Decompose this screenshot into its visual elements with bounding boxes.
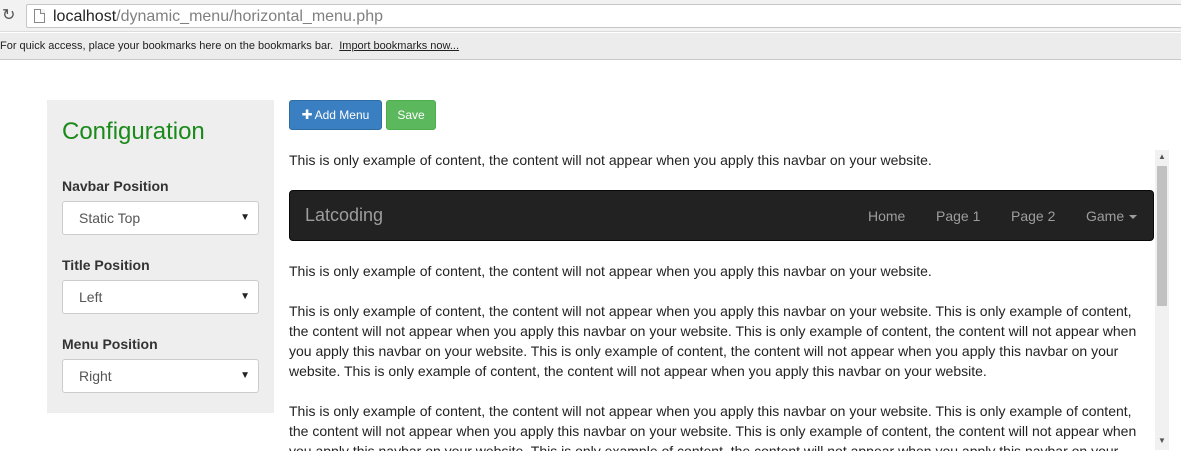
configuration-title: Configuration [62,118,205,145]
navbar-position-label: Navbar Position [62,178,169,194]
bookmarks-bar-text: For quick access, place your bookmarks h… [0,40,334,52]
menu-position-label: Menu Position [62,336,158,352]
url-host: localhost [53,8,117,25]
navbar-position-value: Static Top [79,210,141,226]
nav-item-page-1[interactable]: Page 1 [936,208,980,224]
navbar-brand[interactable]: Latcoding [305,205,383,226]
bookmarks-bar: For quick access, place your bookmarks h… [0,33,1181,60]
url-path: /dynamic_menu/horizontal_menu.php [116,8,383,25]
nav-item-game[interactable]: Game [1086,208,1138,224]
page-icon [34,9,45,23]
import-bookmarks-link[interactable]: Import bookmarks now... [339,40,459,52]
menu-position-select[interactable]: Right ▼ [62,359,259,393]
plus-icon: ✚ [301,107,313,122]
preview-navbar: Latcoding Home Page 1 Page 2 Game [289,190,1154,241]
navbar-position-select[interactable]: Static Top ▼ [62,201,259,235]
scroll-down-icon[interactable]: ▼ [1155,434,1169,448]
caret-down-icon: ▼ [240,212,250,223]
content-line-after-nav: This is only example of content, the con… [289,263,932,279]
title-position-select[interactable]: Left ▼ [62,280,259,314]
content-paragraph-1: This is only example of content, the con… [289,303,1137,379]
content-line-top: This is only example of content, the con… [289,152,932,168]
save-button[interactable]: Save [386,100,436,130]
menu-position-value: Right [79,368,112,384]
scroll-thumb[interactable] [1157,166,1167,306]
title-position-label: Title Position [62,257,150,273]
dropdown-caret-icon [1129,215,1138,220]
nav-item-page-2[interactable]: Page 2 [1011,208,1055,224]
nav-item-game-label: Game [1086,208,1125,224]
caret-down-icon: ▼ [240,291,250,302]
nav-item-home[interactable]: Home [868,208,905,224]
add-menu-label: Add Menu [314,108,370,122]
configuration-panel: Configuration Navbar Position Static Top… [47,100,274,413]
browser-toolbar: ↻ localhost/dynamic_menu/horizontal_menu… [0,0,1181,32]
caret-down-icon: ▼ [240,370,250,381]
title-position-value: Left [79,289,103,305]
url-text: localhost/dynamic_menu/horizontal_menu.p… [53,8,383,26]
content-scrollbar[interactable]: ▲ ▼ [1155,150,1169,450]
reload-icon[interactable]: ↻ [2,6,20,24]
content-paragraph-2: This is only example of content, the con… [289,403,1137,451]
address-bar[interactable]: localhost/dynamic_menu/horizontal_menu.p… [26,4,1181,28]
add-menu-button[interactable]: ✚ Add Menu [289,100,382,130]
scroll-up-icon[interactable]: ▲ [1155,150,1169,164]
